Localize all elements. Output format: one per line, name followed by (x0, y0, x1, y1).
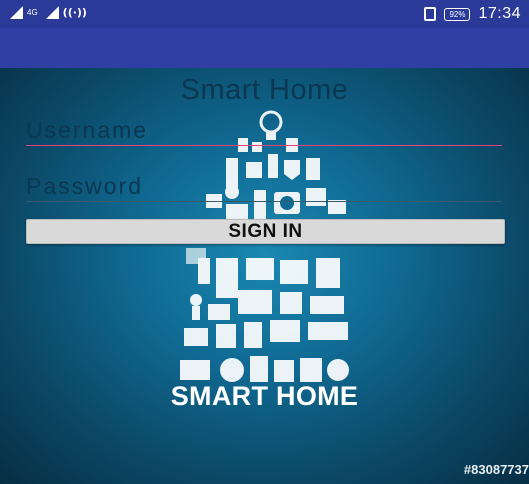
status-icons-left: 4G ((·)) (10, 6, 87, 19)
username-input[interactable] (26, 116, 502, 146)
status-icons-right: 92% 17:34 (424, 5, 521, 23)
image-watermark: #83087737 (463, 462, 529, 477)
network-type-label: 4G (27, 8, 38, 17)
login-screen: Smart Home SIGN IN SMART HOME #83087737 (0, 68, 529, 484)
sign-in-button[interactable]: SIGN IN (26, 219, 505, 244)
vibrate-icon (424, 7, 437, 21)
wifi-icon: ((·)) (62, 6, 87, 19)
smart-home-logo-text: SMART HOME (170, 381, 359, 411)
status-bar: 4G ((·)) 92% 17:34 (0, 0, 529, 28)
battery-icon: 92% (444, 7, 471, 21)
app-bar (0, 28, 529, 68)
signal-icon (45, 6, 59, 19)
smart-home-illustration (180, 110, 349, 382)
password-input[interactable] (26, 172, 502, 202)
signal-icon (10, 6, 23, 19)
app-title: Smart Home (180, 74, 349, 106)
clock: 17:34 (478, 5, 521, 22)
